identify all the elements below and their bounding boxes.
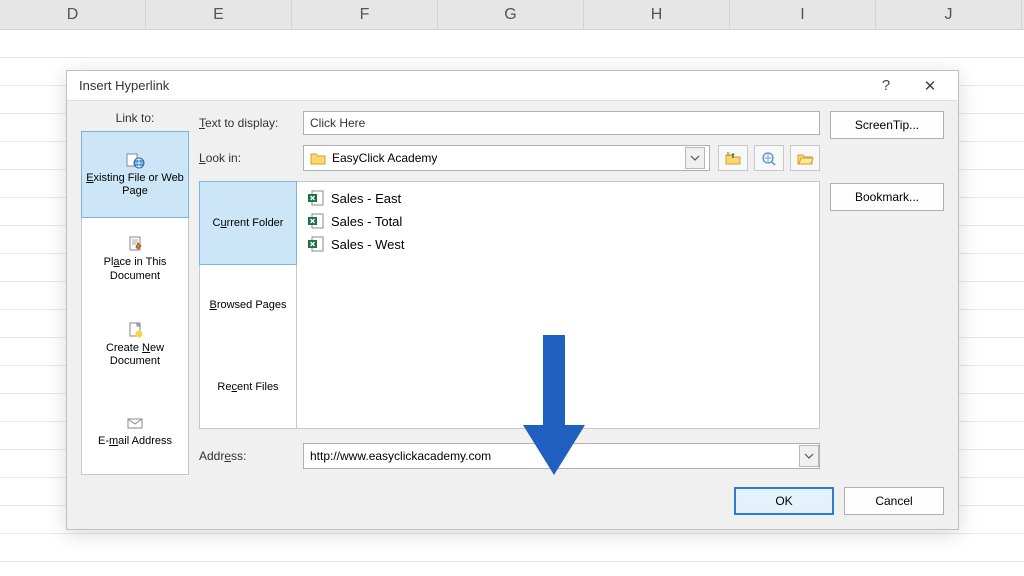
text-to-display-label: Text to display: xyxy=(199,116,295,130)
folder-open-icon xyxy=(796,150,814,166)
col-header[interactable]: G xyxy=(438,0,584,29)
look-in-value: EasyClick Academy xyxy=(332,151,679,165)
look-in-combo[interactable]: EasyClick Academy xyxy=(303,145,710,171)
svg-text:5: 5 xyxy=(727,152,730,158)
file-name: Sales - Total xyxy=(331,214,402,229)
list-item[interactable]: Sales - East xyxy=(307,188,809,208)
email-icon xyxy=(125,414,145,432)
close-button[interactable]: ✕ xyxy=(910,72,950,100)
linkto-label: Existing File or Web Page xyxy=(84,172,186,198)
col-header[interactable]: F xyxy=(292,0,438,29)
linkto-panel: Existing File or Web Page Place in This … xyxy=(81,131,189,475)
linkto-label: E-mail Address xyxy=(98,435,172,448)
linkto-label: Place in This Document xyxy=(84,256,186,282)
globe-page-icon xyxy=(125,151,145,169)
excel-file-icon xyxy=(307,235,325,253)
insert-hyperlink-dialog: Insert Hyperlink ? ✕ Link to: Existing F… xyxy=(66,70,959,530)
screentip-button[interactable]: ScreenTip... xyxy=(830,111,944,139)
file-list[interactable]: Sales - East Sales - Total Sales - West xyxy=(297,181,820,429)
dialog-titlebar: Insert Hyperlink ? ✕ xyxy=(67,71,958,101)
linkto-existing-file[interactable]: Existing File or Web Page xyxy=(81,131,189,218)
bookmark-button[interactable]: Bookmark... xyxy=(830,183,944,211)
linkto-place-in-doc[interactable]: Place in This Document xyxy=(82,217,188,303)
file-name: Sales - West xyxy=(331,237,404,252)
column-headers: D E F G H I J xyxy=(0,0,1024,30)
list-item[interactable]: Sales - West xyxy=(307,234,809,254)
linkto-heading: Link to: xyxy=(81,111,189,125)
address-input[interactable] xyxy=(304,444,799,468)
nav-tabs: Current Folder Browsed Pages Recent File… xyxy=(199,181,297,429)
linkto-label: Create New Document xyxy=(84,342,186,368)
help-button[interactable]: ? xyxy=(866,72,906,100)
col-header[interactable]: J xyxy=(876,0,1022,29)
cancel-button[interactable]: Cancel xyxy=(844,487,944,515)
excel-file-icon xyxy=(307,189,325,207)
document-bookmark-icon xyxy=(125,235,145,253)
address-label: Address: xyxy=(199,449,295,463)
col-header[interactable]: E xyxy=(146,0,292,29)
linkto-create-new[interactable]: Create New Document xyxy=(82,303,188,389)
nav-tab-recent-files[interactable]: Recent Files xyxy=(200,346,296,428)
chevron-down-icon[interactable] xyxy=(799,445,819,467)
file-name: Sales - East xyxy=(331,191,401,206)
address-combo[interactable] xyxy=(303,443,820,469)
col-header[interactable]: I xyxy=(730,0,876,29)
browse-web-button[interactable] xyxy=(754,145,784,171)
look-in-label: Look in: xyxy=(199,151,295,165)
new-document-icon xyxy=(125,321,145,339)
nav-tab-current-folder[interactable]: Current Folder xyxy=(199,181,297,265)
excel-file-icon xyxy=(307,212,325,230)
folder-icon xyxy=(310,151,326,165)
nav-tab-browsed-pages[interactable]: Browsed Pages xyxy=(200,264,296,346)
web-search-icon xyxy=(760,150,778,166)
chevron-down-icon[interactable] xyxy=(685,147,705,169)
dialog-title: Insert Hyperlink xyxy=(79,78,169,93)
ok-button[interactable]: OK xyxy=(734,487,834,515)
col-header[interactable]: H xyxy=(584,0,730,29)
up-folder-button[interactable]: 5 xyxy=(718,145,748,171)
browse-file-button[interactable] xyxy=(790,145,820,171)
col-header[interactable]: D xyxy=(0,0,146,29)
folder-up-icon: 5 xyxy=(724,150,742,166)
text-to-display-input[interactable] xyxy=(303,111,820,135)
linkto-email[interactable]: E-mail Address xyxy=(82,388,188,474)
list-item[interactable]: Sales - Total xyxy=(307,211,809,231)
